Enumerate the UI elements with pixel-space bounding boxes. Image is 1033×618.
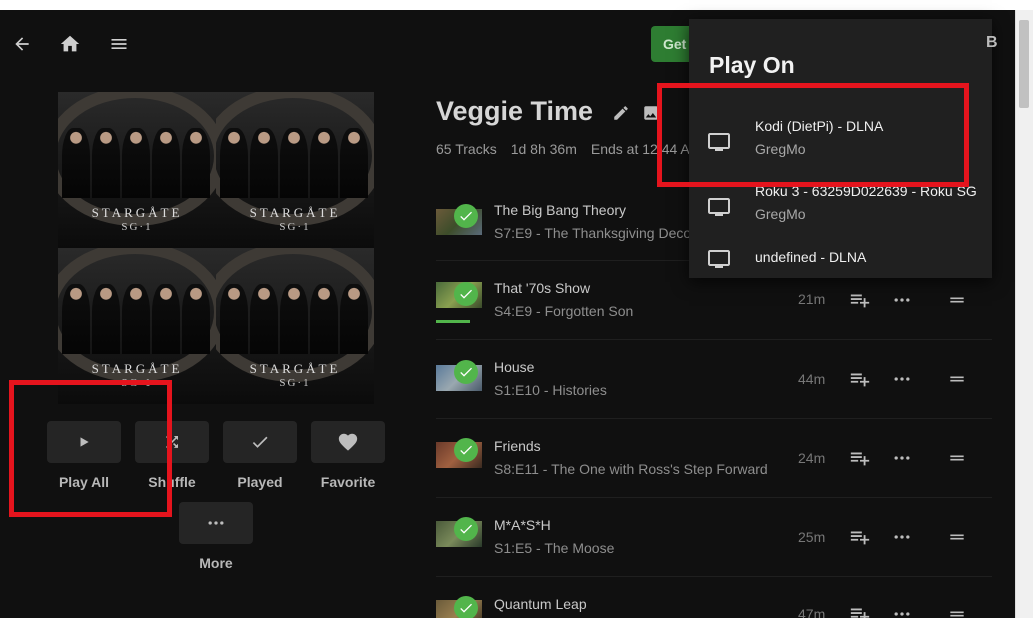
device-name: undefined - DLNA (755, 249, 867, 265)
track-row[interactable]: Quantum Leap 47m (436, 578, 992, 618)
edit-pencil-icon[interactable] (612, 104, 630, 122)
track-episode: S7:E9 - The Thanksgiving Deco (494, 225, 692, 241)
play-on-title: Play On (709, 52, 795, 78)
drag-handle-icon[interactable] (945, 288, 969, 312)
track-row[interactable]: House S1:E10 - Histories 44m (436, 341, 992, 419)
cast-icon-partial[interactable]: B (986, 34, 998, 52)
more-options-icon[interactable] (890, 525, 914, 549)
played-check-icon (454, 204, 478, 228)
favorite-button[interactable]: Favorite (311, 421, 385, 490)
playlist-title: Veggie Time (436, 96, 594, 126)
played-check-icon (454, 596, 478, 618)
window-top-edge (0, 0, 1033, 10)
back-arrow-icon[interactable] (10, 32, 34, 56)
artwork-sub: SG·1 (279, 221, 311, 233)
more-options-icon[interactable] (890, 602, 914, 618)
played-check-icon (454, 438, 478, 462)
track-episode: S1:E5 - The Moose (494, 540, 615, 556)
more-options-icon[interactable] (890, 288, 914, 312)
track-row[interactable]: M*A*S*H S1:E5 - The Moose 25m (436, 499, 992, 577)
device-user: GregMo (755, 206, 806, 222)
artwork-tile: STARGÅTE SG·1 (216, 248, 374, 404)
artwork-logo: STARGÅTE (249, 361, 341, 376)
playlist-meta: 65 Tracks 1d 8h 36m Ends at 12:44 A (436, 141, 690, 157)
add-to-playlist-icon[interactable] (848, 602, 872, 618)
add-to-playlist-icon[interactable] (848, 288, 872, 312)
track-duration: 21m (798, 291, 826, 307)
artwork-sub: SG·1 (279, 377, 311, 389)
page-scrollbar[interactable] (1015, 10, 1033, 618)
more-options-icon[interactable] (890, 367, 914, 391)
highlight-box-play-all (9, 380, 172, 517)
total-duration: 1d 8h 36m (510, 141, 577, 157)
track-episode: S4:E9 - Forgotten Son (494, 303, 634, 319)
played-check-icon (454, 282, 478, 306)
checkmark-icon (252, 436, 268, 448)
favorite-label: Favorite (320, 474, 376, 490)
drag-handle-icon[interactable] (945, 525, 969, 549)
drag-handle-icon[interactable] (945, 602, 969, 618)
track-title[interactable]: M*A*S*H (494, 517, 551, 533)
artwork-sub: SG·1 (121, 221, 153, 233)
more-button[interactable]: More (179, 502, 253, 571)
more-label: More (199, 555, 233, 571)
scrollbar-thumb[interactable] (1019, 20, 1029, 108)
device-item-roku[interactable]: Roku 3 - 63259D022639 - Roku SG GregMo (689, 183, 992, 243)
track-episode: S1:E10 - Histories (494, 382, 607, 398)
track-count: 65 Tracks (436, 141, 497, 157)
artwork-logo: STARGÅTE (91, 205, 183, 220)
drag-handle-icon[interactable] (945, 367, 969, 391)
more-options-icon[interactable] (890, 446, 914, 470)
highlight-box-kodi (657, 83, 969, 187)
add-to-playlist-icon[interactable] (848, 525, 872, 549)
artwork-tile: STARGÅTE SG·1 (216, 92, 374, 248)
track-duration: 44m (798, 371, 826, 387)
played-check-icon (454, 360, 478, 384)
tv-icon (708, 198, 730, 216)
tv-icon (708, 250, 730, 268)
heart-icon (338, 433, 358, 451)
add-to-playlist-icon[interactable] (848, 446, 872, 470)
played-button[interactable]: Played (223, 421, 297, 490)
played-check-icon (454, 517, 478, 541)
artwork-logo: STARGÅTE (249, 205, 341, 220)
playlist-artwork: STARGÅTE SG·1 STARGÅTE SG·1 STARGÅTE SG·1 S… (58, 92, 374, 404)
track-title[interactable]: Quantum Leap (494, 596, 587, 612)
track-duration: 24m (798, 450, 826, 466)
hamburger-menu-icon[interactable] (107, 32, 131, 56)
track-duration: 47m (798, 606, 826, 618)
watch-progress-bar (436, 320, 470, 323)
track-title[interactable]: House (494, 359, 534, 375)
drag-handle-icon[interactable] (945, 446, 969, 470)
track-row[interactable]: Friends S8:E11 - The One with Ross's Ste… (436, 420, 992, 498)
add-to-playlist-icon[interactable] (848, 367, 872, 391)
track-title[interactable]: Friends (494, 438, 541, 454)
artwork-logo: STARGÅTE (91, 361, 183, 376)
played-label: Played (237, 474, 283, 490)
track-duration: 25m (798, 529, 826, 545)
track-title[interactable]: The Big Bang Theory (494, 202, 626, 218)
track-episode: S8:E11 - The One with Ross's Step Forwar… (494, 461, 768, 477)
device-item-undefined[interactable]: undefined - DLNA (689, 247, 992, 287)
more-horizontal-icon (208, 521, 224, 525)
artwork-tile: STARGÅTE SG·1 (58, 92, 216, 248)
home-icon[interactable] (58, 32, 82, 56)
track-title[interactable]: That '70s Show (494, 280, 590, 296)
